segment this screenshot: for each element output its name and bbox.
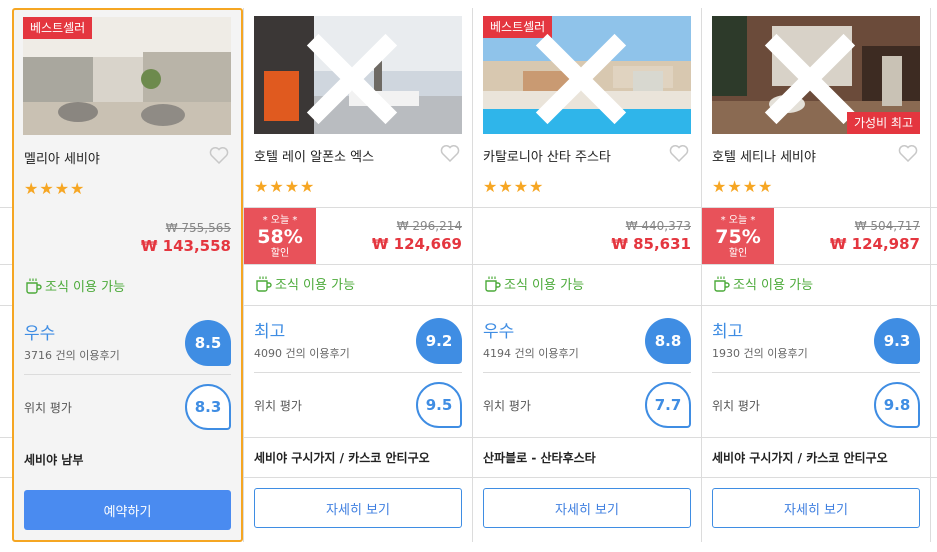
heart-icon[interactable] <box>898 144 918 162</box>
discount-percent: 75% <box>715 226 761 248</box>
today-label: * 오늘 * <box>720 215 756 226</box>
heart-icon[interactable] <box>669 144 689 162</box>
coffee-cup-icon <box>485 276 501 292</box>
review-grade: 최고 <box>254 322 286 342</box>
discount-badge: * 오늘 * 58% 할인 <box>244 208 316 264</box>
today-label: * 오늘 * <box>262 215 298 226</box>
location-score-badge: 8.3 <box>185 384 231 430</box>
sale-price: ₩ 85,631 <box>611 235 691 253</box>
coffee-cup-icon <box>256 276 272 292</box>
breakfast-info: 조식 이용 가능 <box>254 274 355 293</box>
location-score-badge: 9.8 <box>874 382 920 428</box>
divider <box>712 372 920 373</box>
details-button[interactable]: 자세히 보기 <box>712 488 920 528</box>
star-rating: ★★★★ <box>24 179 86 198</box>
discount-badge: * 오늘 * 75% 할인 <box>702 208 774 264</box>
close-icon[interactable] <box>483 20 685 134</box>
location-rating-label: 위치 평가 <box>24 401 72 415</box>
hotel-area: 세비야 구시가지 / 카스코 안티구오 <box>712 451 888 465</box>
location-rating-label: 위치 평가 <box>483 399 531 413</box>
breakfast-info: 조식 이용 가능 <box>24 276 125 295</box>
details-button[interactable]: 자세히 보기 <box>483 488 691 528</box>
hotel-photo[interactable]: 가성비 최고 <box>712 16 920 134</box>
discount-suffix: 할인 <box>270 248 290 259</box>
breakfast-info: 조식 이용 가능 <box>483 274 584 293</box>
breakfast-label: 조식 이용 가능 <box>45 280 126 295</box>
star-rating: ★★★★ <box>712 177 774 196</box>
coffee-cup-icon <box>26 278 42 294</box>
location-rating-label: 위치 평가 <box>254 399 302 413</box>
hotel-name[interactable]: 호텔 레이 알폰소 엑스 <box>254 146 374 165</box>
hotel-card-cetina-sevilla[interactable]: 가성비 최고 호텔 세티나 세비야 ★★★★ * 오늘 * 75% 할인 ₩ 5… <box>702 8 930 542</box>
heart-icon[interactable] <box>440 144 460 162</box>
divider <box>483 372 691 373</box>
discount-percent: 58% <box>257 226 303 248</box>
bestseller-badge: 베스트셀러 <box>23 17 93 39</box>
review-count[interactable]: 3716 건의 이용후기 <box>24 347 120 363</box>
review-grade: 최고 <box>712 322 744 342</box>
breakfast-info: 조식 이용 가능 <box>712 274 813 293</box>
sale-price: ₩ 143,558 <box>140 237 231 255</box>
book-button[interactable]: 예약하기 <box>24 490 231 530</box>
review-count[interactable]: 4090 건의 이용후기 <box>254 345 350 361</box>
star-rating: ★★★★ <box>254 177 316 196</box>
heart-icon[interactable] <box>209 146 229 164</box>
hotel-area: 세비야 구시가지 / 카스코 안티구오 <box>254 451 430 465</box>
discount-suffix: 할인 <box>728 248 748 259</box>
coffee-cup-icon <box>714 276 730 292</box>
breakfast-label: 조식 이용 가능 <box>504 278 585 293</box>
breakfast-label: 조식 이용 가능 <box>733 278 814 293</box>
details-button[interactable]: 자세히 보기 <box>254 488 462 528</box>
best-value-badge: 가성비 최고 <box>846 112 920 134</box>
hotel-area: 세비야 남부 <box>24 453 84 467</box>
original-price: ₩ 296,214 <box>396 219 462 233</box>
hotel-photo[interactable]: 베스트셀러 <box>23 17 231 135</box>
location-score-badge: 9.5 <box>416 382 462 428</box>
review-count[interactable]: 4194 건의 이용후기 <box>483 345 579 361</box>
sale-price: ₩ 124,987 <box>829 235 920 253</box>
original-price: ₩ 504,717 <box>854 219 920 233</box>
hotel-name[interactable]: 카탈로니아 산타 주스타 <box>483 146 611 165</box>
hotel-card-rey-alfonso-x[interactable]: 호텔 레이 알폰소 엑스 ★★★★ * 오늘 * 58% 할인 ₩ 296,21… <box>244 8 472 542</box>
location-score-badge: 7.7 <box>645 382 691 428</box>
review-grade: 우수 <box>24 324 56 344</box>
location-rating-label: 위치 평가 <box>712 399 760 413</box>
hotel-photo[interactable] <box>254 16 462 134</box>
column-divider <box>930 8 931 542</box>
star-rating: ★★★★ <box>483 177 545 196</box>
review-score-badge: 8.5 <box>185 320 231 366</box>
hotel-photo[interactable]: 베스트셀러 <box>483 16 691 134</box>
hotel-card-catalonia-santa-justa[interactable]: 베스트셀러 카탈로니아 산타 주스타 ★★★★ ₩ 440,373 ₩ 85,6… <box>473 8 701 542</box>
breakfast-label: 조식 이용 가능 <box>275 278 356 293</box>
hotel-card-melia-sevilla[interactable]: 베스트셀러 멜리아 세비야 ★★★★ ₩ 755,565 ₩ 143,558 조… <box>12 8 243 542</box>
close-icon[interactable] <box>254 20 456 134</box>
review-grade: 우수 <box>483 322 515 342</box>
sale-price: ₩ 124,669 <box>371 235 462 253</box>
hotel-area: 산파블로 - 산타후스타 <box>483 451 596 465</box>
review-score-badge: 9.3 <box>874 318 920 364</box>
review-score-badge: 8.8 <box>645 318 691 364</box>
divider <box>24 374 231 375</box>
hotel-name[interactable]: 호텔 세티나 세비야 <box>712 146 816 165</box>
divider <box>254 372 462 373</box>
hotel-name[interactable]: 멜리아 세비야 <box>24 148 100 167</box>
original-price: ₩ 755,565 <box>165 221 231 235</box>
review-count[interactable]: 1930 건의 이용후기 <box>712 345 808 361</box>
original-price: ₩ 440,373 <box>625 219 691 233</box>
review-score-badge: 9.2 <box>416 318 462 364</box>
